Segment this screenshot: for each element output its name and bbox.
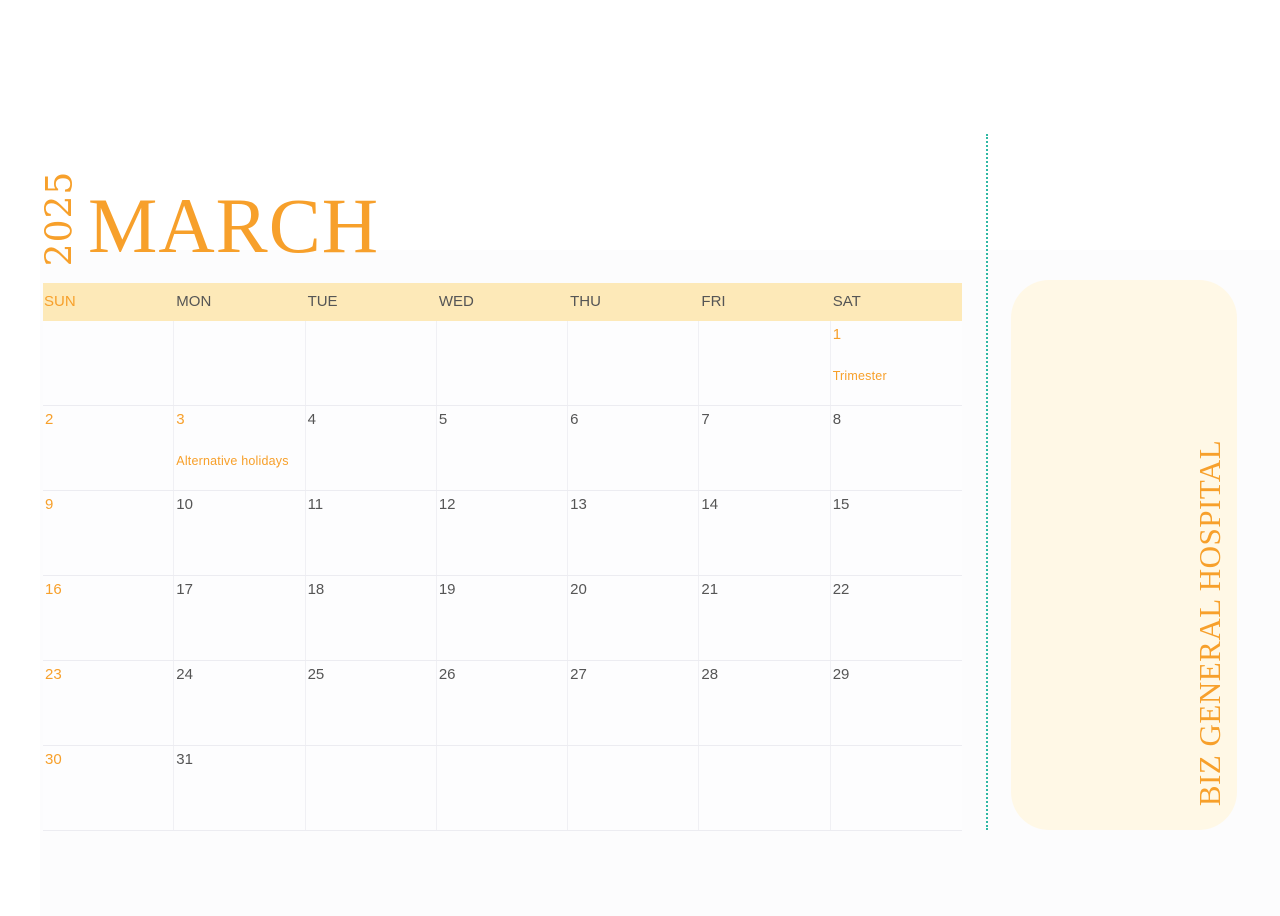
day-number: 15 bbox=[832, 496, 850, 513]
day-cell-15[interactable]: 15 bbox=[830, 491, 962, 575]
day-cell-26[interactable]: 26 bbox=[436, 661, 569, 745]
day-cell-empty bbox=[436, 321, 569, 405]
day-number: 12 bbox=[438, 496, 456, 513]
day-cell-empty bbox=[436, 746, 569, 830]
day-cell-empty bbox=[174, 321, 306, 405]
day-number: 22 bbox=[832, 581, 850, 598]
day-cell-11[interactable]: 11 bbox=[305, 491, 437, 575]
day-number: 13 bbox=[570, 496, 587, 513]
day-number: 10 bbox=[176, 496, 193, 513]
day-cell-5[interactable]: 5 bbox=[436, 406, 569, 490]
calendar-week-row: 30 31 bbox=[43, 746, 962, 831]
side-text-wrap: BIZ GENERAL HOSPITAL bbox=[1180, 439, 1240, 805]
day-cell-28[interactable]: 28 bbox=[699, 661, 831, 745]
calendar-week-row: 2 3 Alternative holidays 4 5 6 7 8 bbox=[43, 406, 962, 491]
day-number: 19 bbox=[438, 581, 456, 598]
day-cell-empty bbox=[568, 321, 700, 405]
day-cell-16[interactable]: 16 bbox=[43, 576, 175, 660]
weekday-header-wed: WED bbox=[438, 293, 474, 310]
day-number: 6 bbox=[570, 411, 579, 428]
day-cell-empty bbox=[305, 321, 437, 405]
day-number: 8 bbox=[832, 411, 842, 428]
day-cell-1[interactable]: 1 Trimester bbox=[830, 321, 962, 405]
day-number: 4 bbox=[307, 411, 316, 428]
weekday-header-fri: FRI bbox=[701, 293, 726, 310]
day-number: 26 bbox=[438, 666, 456, 683]
day-number: 9 bbox=[45, 496, 54, 513]
day-number: 21 bbox=[701, 581, 719, 598]
day-cell-24[interactable]: 24 bbox=[174, 661, 306, 745]
weekday-header-mon: MON bbox=[176, 293, 212, 310]
day-number: 11 bbox=[307, 496, 324, 513]
day-cell-8[interactable]: 8 bbox=[830, 406, 962, 490]
day-cell-empty bbox=[830, 746, 962, 830]
day-cell-18[interactable]: 18 bbox=[305, 576, 437, 660]
day-cell-17[interactable]: 17 bbox=[174, 576, 306, 660]
day-cell-31[interactable]: 31 bbox=[174, 746, 306, 830]
day-cell-3[interactable]: 3 Alternative holidays bbox=[174, 406, 306, 490]
day-cell-13[interactable]: 13 bbox=[568, 491, 700, 575]
day-cell-27[interactable]: 27 bbox=[568, 661, 700, 745]
year-label-wrap: 2025 bbox=[30, 170, 90, 266]
day-cell-29[interactable]: 29 bbox=[830, 661, 962, 745]
dotted-divider bbox=[986, 134, 988, 830]
day-number: 1 bbox=[832, 326, 842, 343]
day-cell-empty bbox=[699, 746, 831, 830]
day-cell-6[interactable]: 6 bbox=[568, 406, 700, 490]
day-cell-19[interactable]: 19 bbox=[436, 576, 569, 660]
day-number: 27 bbox=[570, 666, 587, 683]
day-number: 28 bbox=[701, 666, 719, 683]
event-note: Alternative holidays bbox=[176, 454, 289, 468]
day-cell-23[interactable]: 23 bbox=[43, 661, 175, 745]
day-cell-20[interactable]: 20 bbox=[568, 576, 700, 660]
year-label: 2025 bbox=[39, 170, 81, 266]
day-number: 30 bbox=[45, 751, 62, 768]
day-number: 2 bbox=[45, 411, 54, 428]
month-title: MARCH bbox=[88, 182, 380, 269]
day-cell-empty bbox=[568, 746, 700, 830]
day-number: 31 bbox=[176, 751, 193, 768]
event-note: Trimester bbox=[832, 369, 887, 383]
day-number: 29 bbox=[832, 666, 850, 683]
day-cell-21[interactable]: 21 bbox=[699, 576, 831, 660]
calendar-weeks: 1 Trimester 2 3 Alternative holidays 4 5 6 7 8 9 10… bbox=[43, 321, 962, 831]
weekday-header-sat: SAT bbox=[832, 293, 861, 310]
day-number: 16 bbox=[45, 581, 62, 598]
day-number: 24 bbox=[176, 666, 193, 683]
day-number: 14 bbox=[701, 496, 719, 513]
weekday-header-thu: THU bbox=[570, 293, 601, 310]
calendar-week-row: 16 17 18 19 20 21 22 bbox=[43, 576, 962, 661]
day-cell-25[interactable]: 25 bbox=[305, 661, 437, 745]
day-cell-empty bbox=[43, 321, 175, 405]
calendar-week-row: 1 Trimester bbox=[43, 321, 962, 406]
day-number: 25 bbox=[307, 666, 325, 683]
day-cell-empty bbox=[699, 321, 831, 405]
day-number: 7 bbox=[701, 411, 710, 428]
day-number: 17 bbox=[176, 581, 193, 598]
day-cell-22[interactable]: 22 bbox=[830, 576, 962, 660]
day-cell-30[interactable]: 30 bbox=[43, 746, 175, 830]
weekday-header-tue: TUE bbox=[307, 293, 338, 310]
day-cell-14[interactable]: 14 bbox=[699, 491, 831, 575]
organization-name: BIZ GENERAL HOSPITAL bbox=[1192, 439, 1228, 806]
day-number: 3 bbox=[176, 411, 185, 428]
day-cell-12[interactable]: 12 bbox=[436, 491, 569, 575]
day-cell-7[interactable]: 7 bbox=[699, 406, 831, 490]
calendar-grid: SUN MON TUE WED THU FRI SAT 1 Trimester 2 3 Altern… bbox=[43, 283, 962, 831]
day-cell-4[interactable]: 4 bbox=[305, 406, 437, 490]
weekday-header-row: SUN MON TUE WED THU FRI SAT bbox=[43, 283, 962, 321]
day-number: 23 bbox=[45, 666, 62, 683]
day-cell-2[interactable]: 2 bbox=[43, 406, 175, 490]
day-number: 18 bbox=[307, 581, 325, 598]
day-cell-9[interactable]: 9 bbox=[43, 491, 175, 575]
weekday-header-sun: SUN bbox=[44, 293, 76, 310]
day-number: 5 bbox=[438, 411, 448, 428]
calendar-week-row: 9 10 11 12 13 14 15 bbox=[43, 491, 962, 576]
day-number: 20 bbox=[570, 581, 587, 598]
day-cell-empty bbox=[305, 746, 437, 830]
day-cell-10[interactable]: 10 bbox=[174, 491, 306, 575]
calendar-week-row: 23 24 25 26 27 28 29 bbox=[43, 661, 962, 746]
